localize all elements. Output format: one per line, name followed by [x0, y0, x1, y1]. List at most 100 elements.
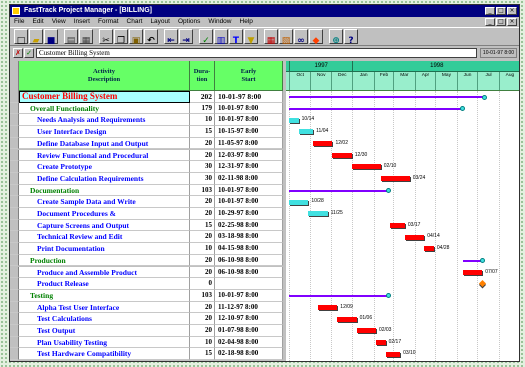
duration-cell[interactable]: 20: [190, 325, 215, 337]
duration-cell[interactable]: 202: [190, 91, 215, 103]
copy-button[interactable]: ❐: [114, 29, 128, 46]
maximize-button[interactable]: □: [496, 7, 506, 15]
open-folder-button[interactable]: ▰: [29, 29, 43, 46]
gantt-task-bar[interactable]: [351, 164, 381, 170]
activity-cell[interactable]: Test Calculations: [19, 313, 190, 325]
row-header[interactable]: [10, 184, 19, 197]
early-start-cell[interactable]: 10-01-97 8:00: [215, 102, 283, 115]
new-file-button[interactable]: □: [14, 29, 28, 46]
early-start-cell[interactable]: 11-05-97 8:00: [215, 137, 283, 150]
filter-funnel-button[interactable]: ▼: [244, 29, 258, 46]
duration-cell[interactable]: 20: [190, 149, 215, 162]
row-header[interactable]: [10, 126, 19, 138]
activity-cell[interactable]: Print Documentation: [19, 243, 190, 255]
activity-cell[interactable]: Create Prototype: [19, 161, 190, 173]
app-icon[interactable]: [12, 7, 20, 15]
early-start-cell[interactable]: 02-11-98 8:00: [215, 172, 283, 185]
header-corner[interactable]: [10, 61, 19, 91]
row-header[interactable]: [10, 91, 19, 103]
early-start-cell[interactable]: 04-15-98 8:00: [215, 243, 283, 255]
row-header[interactable]: [10, 348, 19, 361]
row-header[interactable]: [10, 243, 19, 255]
early-start-cell[interactable]: 12-31-97 8:00: [215, 161, 283, 173]
early-start-cell[interactable]: 10-29-97 8:00: [215, 208, 283, 220]
gantt-task-bar[interactable]: [317, 304, 338, 310]
activity-cell[interactable]: Capture Screens and Output: [19, 219, 190, 232]
close-button[interactable]: ×: [507, 7, 517, 15]
activity-cell[interactable]: User Interface Design: [19, 126, 190, 138]
print-button[interactable]: ▤: [64, 29, 78, 46]
row-header[interactable]: [10, 114, 19, 127]
duration-cell[interactable]: 179: [190, 102, 215, 115]
duration-cell[interactable]: 15: [190, 219, 215, 232]
duration-cell[interactable]: 10: [190, 243, 215, 255]
duration-cell[interactable]: 10: [190, 114, 215, 127]
row-header[interactable]: [10, 266, 19, 279]
gantt-summary-bar[interactable]: [289, 189, 389, 192]
menu-help[interactable]: Help: [240, 17, 253, 27]
gantt-task-bar[interactable]: [356, 328, 376, 334]
row-header[interactable]: [10, 219, 19, 232]
early-start-cell[interactable]: [215, 278, 283, 290]
document-close-button[interactable]: ×: [507, 18, 517, 26]
gantt-summary-bar[interactable]: [289, 107, 463, 110]
duration-cell[interactable]: 20: [190, 301, 215, 314]
gantt-task-bar[interactable]: [308, 211, 328, 217]
menu-edit[interactable]: Edit: [32, 17, 43, 27]
duration-cell[interactable]: 20: [190, 196, 215, 208]
column-header-early-start[interactable]: Early Start: [215, 61, 283, 91]
row-header[interactable]: [10, 301, 19, 314]
duration-cell[interactable]: 20: [190, 137, 215, 150]
menu-file[interactable]: File: [14, 17, 24, 27]
gantt-task-bar[interactable]: [289, 117, 299, 123]
cancel-entry-button[interactable]: ✗: [13, 48, 23, 58]
gantt-task-bar[interactable]: [385, 351, 401, 357]
zoom-button[interactable]: ⊕: [329, 29, 343, 46]
activity-cell[interactable]: Test Hardware Compatibility: [19, 348, 190, 361]
early-start-cell[interactable]: 01-07-98 8:00: [215, 325, 283, 337]
gantt-task-bar[interactable]: [375, 339, 386, 345]
gantt-task-bar[interactable]: [424, 246, 434, 252]
column-header-duration[interactable]: Dura- tion: [190, 61, 215, 91]
menu-format[interactable]: Format: [98, 17, 119, 27]
early-start-cell[interactable]: 11-12-97 8:00: [215, 301, 283, 314]
row-header[interactable]: [10, 137, 19, 150]
gantt-summary-bar[interactable]: [289, 294, 389, 297]
gantt-task-bar[interactable]: [313, 141, 333, 147]
row-header[interactable]: [10, 161, 19, 173]
activity-cell[interactable]: Testing: [19, 289, 190, 302]
row-header[interactable]: [10, 172, 19, 185]
early-start-cell[interactable]: 02-25-98 8:00: [215, 219, 283, 232]
menu-insert[interactable]: Insert: [74, 17, 90, 27]
early-start-cell[interactable]: 10-01-97 8:00: [215, 91, 283, 103]
activity-cell[interactable]: Product Release: [19, 278, 190, 290]
row-header[interactable]: [10, 196, 19, 208]
activity-cell[interactable]: Define Calculation Requirements: [19, 172, 190, 185]
duration-cell[interactable]: 20: [190, 231, 215, 244]
early-start-cell[interactable]: 10-01-97 8:00: [215, 196, 283, 208]
document-restore-button[interactable]: □: [496, 18, 506, 26]
menu-window[interactable]: Window: [208, 17, 231, 27]
chart-bars-button[interactable]: ▥: [214, 29, 228, 46]
activity-cell[interactable]: Document Procedures &: [19, 208, 190, 220]
row-header[interactable]: [10, 149, 19, 162]
indent-button[interactable]: ⇥: [179, 29, 193, 46]
early-start-cell[interactable]: 12-03-97 8:00: [215, 149, 283, 162]
duration-cell[interactable]: 15: [190, 348, 215, 361]
duration-cell[interactable]: 0: [190, 278, 215, 290]
link-button[interactable]: ∞: [294, 29, 308, 46]
activity-cell[interactable]: Create Sample Data and Write: [19, 196, 190, 208]
row-header[interactable]: [10, 208, 19, 220]
early-start-cell[interactable]: 10-15-97 8:00: [215, 126, 283, 138]
activity-cell[interactable]: Customer Billing System: [19, 91, 190, 103]
activity-cell[interactable]: Documentation: [19, 184, 190, 197]
early-start-cell[interactable]: 02-04-98 8:00: [215, 336, 283, 349]
minimize-button[interactable]: _: [485, 7, 495, 15]
early-start-cell[interactable]: 06-10-98 8:00: [215, 266, 283, 279]
paste-button[interactable]: ▣: [129, 29, 143, 46]
accept-entry-button[interactable]: ✓: [24, 48, 34, 58]
duration-cell[interactable]: 20: [190, 266, 215, 279]
row-header[interactable]: [10, 102, 19, 115]
activity-cell[interactable]: Overall Functionality: [19, 102, 190, 115]
menu-options[interactable]: Options: [178, 17, 200, 27]
